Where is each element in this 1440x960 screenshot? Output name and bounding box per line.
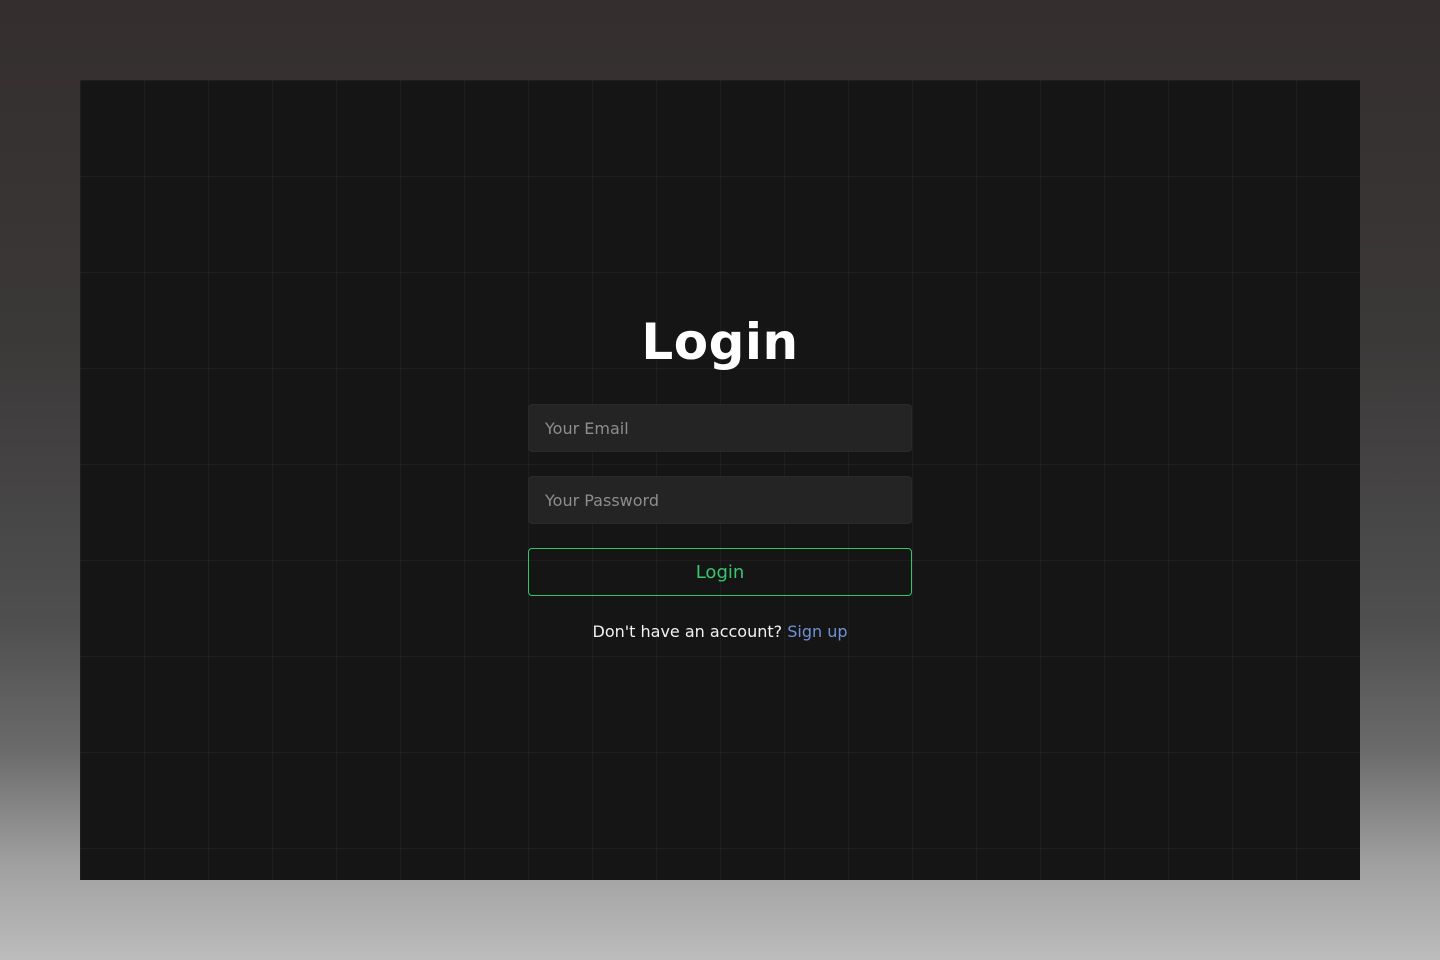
- login-form: Login Login Don't have an account? Sign …: [528, 310, 912, 641]
- password-input[interactable]: [528, 476, 912, 524]
- email-input[interactable]: [528, 404, 912, 452]
- signup-prompt-text: Don't have an account?: [592, 622, 783, 641]
- signup-link[interactable]: Sign up: [787, 622, 847, 641]
- app-frame: Login Login Don't have an account? Sign …: [80, 80, 1360, 880]
- signup-prompt: Don't have an account? Sign up: [593, 622, 848, 641]
- page-title: Login: [641, 313, 799, 371]
- login-button[interactable]: Login: [528, 548, 912, 596]
